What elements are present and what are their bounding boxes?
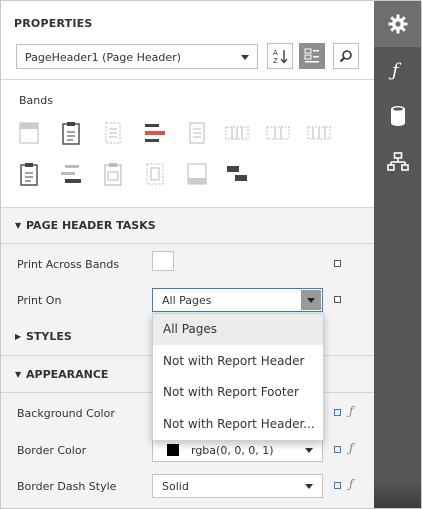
section-title: PAGE HEADER TASKS (26, 219, 156, 232)
expand-triangle-icon: ▶ (15, 332, 22, 341)
sub-band-icon[interactable] (141, 160, 169, 188)
page-footer-band-icon[interactable] (15, 160, 43, 188)
vertical-header-band-icon[interactable] (264, 119, 292, 147)
side-tab-rail: ƒ (374, 1, 421, 508)
property-marker-icon[interactable] (334, 482, 341, 489)
divider (1, 243, 374, 244)
border-color-editor[interactable]: rgba(0, 0, 0, 1) (152, 438, 323, 462)
report-explorer-tab[interactable] (374, 139, 421, 185)
section-title: APPEARANCE (26, 368, 109, 381)
properties-tab[interactable] (374, 1, 421, 47)
database-icon (390, 106, 405, 126)
properties-window: PROPERTIES PageHeader1 (Page Header) A Z (0, 0, 422, 509)
function-icon[interactable]: ƒ (349, 441, 353, 455)
search-icon (339, 50, 352, 63)
print-on-value: All Pages (162, 294, 212, 307)
section-title: STYLES (26, 330, 72, 343)
print-across-bands-label: Print Across Bands (17, 258, 120, 271)
svg-text:Z: Z (273, 57, 278, 65)
categorized-view-icon (304, 48, 319, 63)
property-marker-icon[interactable] (334, 260, 341, 267)
print-across-bands-checkbox[interactable] (152, 251, 174, 271)
component-selector[interactable]: PageHeader1 (Page Header) (16, 44, 258, 69)
expressions-tab[interactable]: ƒ (374, 47, 421, 93)
property-marker-icon[interactable] (334, 296, 341, 303)
properties-panel: PROPERTIES PageHeader1 (Page Header) A Z (1, 1, 374, 508)
section-page-header-tasks[interactable]: ▼ PAGE HEADER TASKS (1, 208, 374, 244)
color-swatch (167, 444, 179, 456)
chevron-down-icon (241, 55, 249, 60)
report-explorer-icon (386, 152, 409, 171)
page-header-band-icon[interactable] (57, 119, 85, 147)
border-color-value: rgba(0, 0, 0, 1) (191, 444, 274, 457)
svg-text:A: A (273, 49, 278, 57)
function-icon[interactable]: ƒ (349, 404, 353, 418)
gear-icon (388, 14, 407, 34)
rail-footer (374, 479, 421, 508)
print-on-label: Print On (17, 294, 62, 307)
collapse-triangle-icon: ▼ (15, 221, 22, 230)
group-footer-band-icon[interactable] (183, 119, 211, 147)
border-dash-style-select[interactable]: Solid (152, 474, 323, 498)
panel-title: PROPERTIES (14, 17, 93, 30)
border-color-label: Border Color (17, 444, 87, 457)
print-on-dropdown-button[interactable] (301, 290, 321, 310)
search-button[interactable] (333, 43, 359, 69)
sort-alpha-icon: A Z (273, 49, 288, 65)
group-footer-bar-band-icon[interactable] (57, 160, 85, 188)
border-dash-style-value: Solid (162, 480, 189, 493)
border-dash-style-label: Border Dash Style (17, 480, 117, 493)
group-header-band-icon[interactable] (99, 119, 127, 147)
chevron-down-icon (305, 484, 313, 489)
property-marker-icon[interactable] (334, 409, 341, 416)
dropdown-option[interactable]: Not with Report Header (153, 346, 323, 377)
component-selector-value: PageHeader1 (Page Header) (25, 51, 181, 64)
dropdown-option[interactable]: Not with Report Header... (153, 409, 323, 440)
detail-band-icon[interactable] (141, 119, 169, 147)
top-margin-band-icon[interactable] (223, 160, 251, 188)
vertical-details-band-icon[interactable] (305, 119, 333, 147)
print-on-select[interactable]: All Pages (152, 288, 323, 312)
chevron-down-icon (305, 448, 313, 453)
detail-report-band-icon[interactable] (223, 119, 251, 147)
dropdown-option[interactable]: Not with Report Footer (153, 377, 323, 408)
svg-text:ƒ: ƒ (388, 60, 402, 81)
bands-label: Bands (19, 94, 53, 107)
report-header-band-icon[interactable] (15, 119, 43, 147)
bottom-margin-band-icon[interactable] (183, 160, 211, 188)
divider (1, 79, 374, 80)
report-footer-band-icon[interactable] (99, 160, 127, 188)
chevron-down-icon (307, 298, 315, 303)
print-on-dropdown-list: All Pages Not with Report Header Not wit… (152, 313, 324, 441)
collapse-triangle-icon: ▼ (15, 370, 22, 379)
dropdown-option[interactable]: All Pages (153, 314, 323, 345)
function-icon: ƒ (388, 60, 402, 81)
background-color-label: Background Color (17, 407, 115, 420)
sort-alphabetically-button[interactable]: A Z (267, 43, 293, 69)
categorized-view-button[interactable] (299, 43, 325, 69)
property-marker-icon[interactable] (334, 446, 341, 453)
field-list-tab[interactable] (374, 93, 421, 139)
function-icon[interactable]: ƒ (349, 477, 353, 491)
